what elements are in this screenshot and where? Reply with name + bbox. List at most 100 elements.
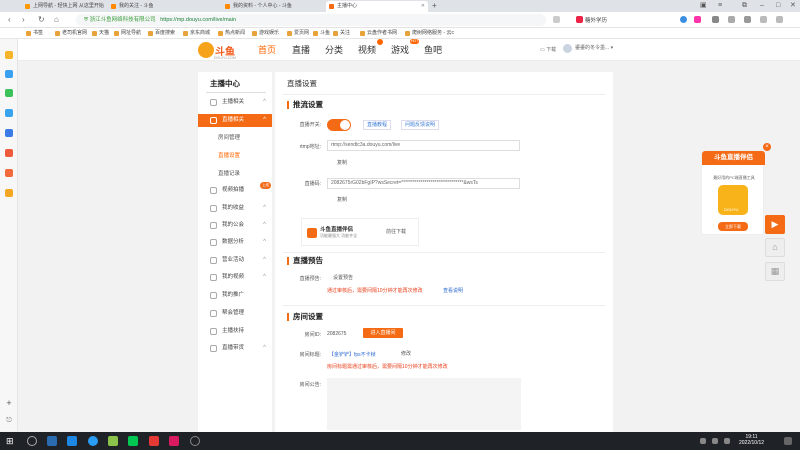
stream-code-field[interactable]: 2082675rG02bFgIP?wsSecret=**************… — [327, 178, 520, 189]
ad-download-button[interactable]: 立即下载 — [718, 222, 748, 231]
weibo-icon[interactable] — [5, 70, 13, 78]
clock[interactable]: 19:11 2022/10/12 — [739, 434, 764, 446]
search-engine-icon[interactable] — [576, 16, 583, 23]
download-icon[interactable] — [760, 16, 767, 23]
minimize-icon[interactable]: – — [760, 0, 764, 12]
nav-live[interactable]: 直播 — [292, 44, 310, 56]
subnav-room-manage[interactable]: 房间管理 — [218, 133, 240, 143]
home-icon[interactable]: ⌂ — [54, 14, 59, 26]
reload-icon[interactable]: ↻ — [38, 14, 45, 26]
live-switch-toggle[interactable] — [327, 119, 351, 131]
browser-tab[interactable]: 我的关注 - 斗鱼 — [108, 1, 200, 12]
subnav-live-records[interactable]: 直播记录 — [218, 169, 240, 179]
nav-item-video[interactable]: 视频拍播 上线 ^ — [198, 182, 272, 197]
enter-room-button[interactable]: 进入直播间 — [363, 328, 403, 338]
search-icon[interactable] — [27, 436, 37, 446]
announcement-textarea[interactable] — [327, 378, 521, 430]
undo-icon[interactable] — [728, 16, 735, 23]
nav-game[interactable]: 游戏 — [391, 44, 409, 56]
rtmp-address-field[interactable]: rtmp://sendtc3a.douyu.com/live — [327, 140, 520, 151]
bookmark-item[interactable]: 云盘作者书网 — [360, 29, 397, 38]
app-icon[interactable] — [169, 436, 179, 446]
edit-title-button[interactable]: 修改 — [401, 349, 411, 359]
more-icon[interactable] — [776, 16, 783, 23]
tray-icon[interactable] — [700, 438, 706, 444]
restore-window-icon[interactable]: ⧉ — [742, 0, 747, 12]
collapse-icon[interactable]: ⎋ — [5, 417, 13, 425]
grid-icon[interactable] — [744, 16, 751, 23]
chat-icon[interactable] — [5, 89, 13, 97]
close-ad-icon[interactable]: × — [763, 143, 771, 151]
bookmark-item[interactable]: 关注 — [333, 29, 350, 38]
maximize-icon[interactable]: □ — [776, 0, 780, 12]
subnav-live-settings[interactable]: 直播设置 — [218, 151, 240, 161]
nav-item-anchor[interactable]: 主播相关 ^ — [198, 96, 272, 109]
tutorial-link[interactable]: 直播教程 — [363, 120, 392, 130]
back-icon[interactable]: ‹ — [8, 14, 11, 26]
nav-item-guild[interactable]: 我的公会 ^ — [198, 219, 272, 232]
network-icon[interactable] — [712, 438, 718, 444]
nav-item-income[interactable]: 我的收益 ^ — [198, 202, 272, 215]
tabs-icon[interactable]: ▣ — [700, 0, 707, 12]
app-icon[interactable] — [5, 109, 13, 117]
add-icon[interactable]: + — [5, 399, 13, 408]
bookmark-item[interactable]: 京东商城 — [183, 29, 210, 38]
bookmark-item[interactable]: 爬树网络服务 - 云c — [405, 29, 454, 38]
extension-icon[interactable] — [694, 16, 701, 23]
nav-item-my-videos[interactable]: 我的视频 ^ — [198, 271, 272, 284]
companion-ad[interactable]: 斗鱼直播伴侣 最好用的PC端直播工具 DOUYU 立即下载 — [701, 150, 765, 235]
nav-item-events[interactable]: 营业活动 ^ — [198, 254, 272, 267]
search-input[interactable]: 糖外学历 — [585, 16, 607, 24]
nav-item-gang[interactable]: 帮会管理 — [198, 307, 272, 320]
forward-icon[interactable]: › — [22, 14, 25, 26]
notice-help-link[interactable]: 查看说明 — [443, 287, 463, 294]
close-window-icon[interactable]: ✕ — [790, 0, 796, 12]
nav-item-promotion[interactable]: 我的推广 — [198, 289, 272, 302]
volume-icon[interactable] — [724, 438, 730, 444]
shop-icon[interactable] — [5, 189, 13, 197]
bookmark-item[interactable]: 游戏娱乐 — [252, 29, 279, 38]
nav-item-analytics[interactable]: 数据分析 ^ — [198, 236, 272, 249]
app-icon[interactable] — [190, 436, 200, 446]
app-icon[interactable] — [108, 436, 118, 446]
browser-tab[interactable]: 上网导航 - 轻快上网 从这里开始 — [22, 1, 106, 12]
scissors-icon[interactable] — [712, 16, 719, 23]
browser-icon[interactable] — [88, 436, 98, 446]
copy-code-button[interactable]: 复制 — [337, 195, 347, 205]
go-download-button[interactable]: 前往下载 — [386, 228, 406, 235]
app-icon[interactable] — [128, 436, 138, 446]
browser-tab[interactable]: 我的资料 - 个人中心 - 斗鱼 — [222, 1, 322, 12]
bookmark-item[interactable]: 天猫 — [92, 29, 109, 38]
app-icon[interactable] — [149, 436, 159, 446]
bookmark-item[interactable]: 爱页网 — [287, 29, 309, 38]
bookmark-item[interactable]: 书签 — [26, 29, 43, 38]
bookmark-item[interactable]: 老司机官网 — [55, 29, 87, 38]
app-icon[interactable] — [67, 436, 77, 446]
lightning-icon[interactable] — [553, 16, 560, 23]
douyu-logo[interactable]: 斗鱼 DOUYU.COM — [198, 42, 243, 60]
nav-item-live[interactable]: 直播相关 ^ — [198, 114, 272, 127]
home-icon[interactable]: ⌂ — [765, 238, 785, 257]
play-circle-icon[interactable]: ▶ — [765, 215, 785, 234]
game-icon[interactable] — [5, 169, 13, 177]
notifications-icon[interactable] — [784, 437, 792, 445]
app-download-icon[interactable]: ▦ — [765, 262, 785, 281]
nav-item-support[interactable]: 主播扶持 — [198, 325, 272, 338]
bookmark-item[interactable]: 网址导航 — [114, 29, 141, 38]
nav-item-commerce[interactable]: 直播带货 ^ — [198, 342, 272, 355]
extension-icon[interactable] — [680, 16, 687, 23]
browser-tab-active[interactable]: 主播中心 ✕ — [326, 1, 428, 12]
download-link[interactable]: ▭ 下载 — [540, 46, 556, 53]
copy-rtmp-button[interactable]: 复制 — [337, 158, 347, 168]
app-icon[interactable] — [47, 436, 57, 446]
user-menu[interactable]: 鎏鎏的冬令墨... ▾ — [563, 44, 613, 53]
nav-video[interactable]: 视频 — [358, 44, 376, 56]
video-icon[interactable] — [5, 149, 13, 157]
bookmark-item[interactable]: 百度搜索 — [148, 29, 175, 38]
nav-category[interactable]: 分类 — [325, 44, 343, 56]
bookmark-item[interactable]: 热点新闻 — [218, 29, 245, 38]
cloud-icon[interactable] — [5, 129, 13, 137]
address-input[interactable]: ⛨ 浙江斗鱼网络科技有限公司 https://mp.douyu.com/live… — [76, 14, 546, 26]
new-tab-icon[interactable]: + — [432, 0, 437, 12]
nav-home[interactable]: 首页 — [258, 44, 276, 56]
